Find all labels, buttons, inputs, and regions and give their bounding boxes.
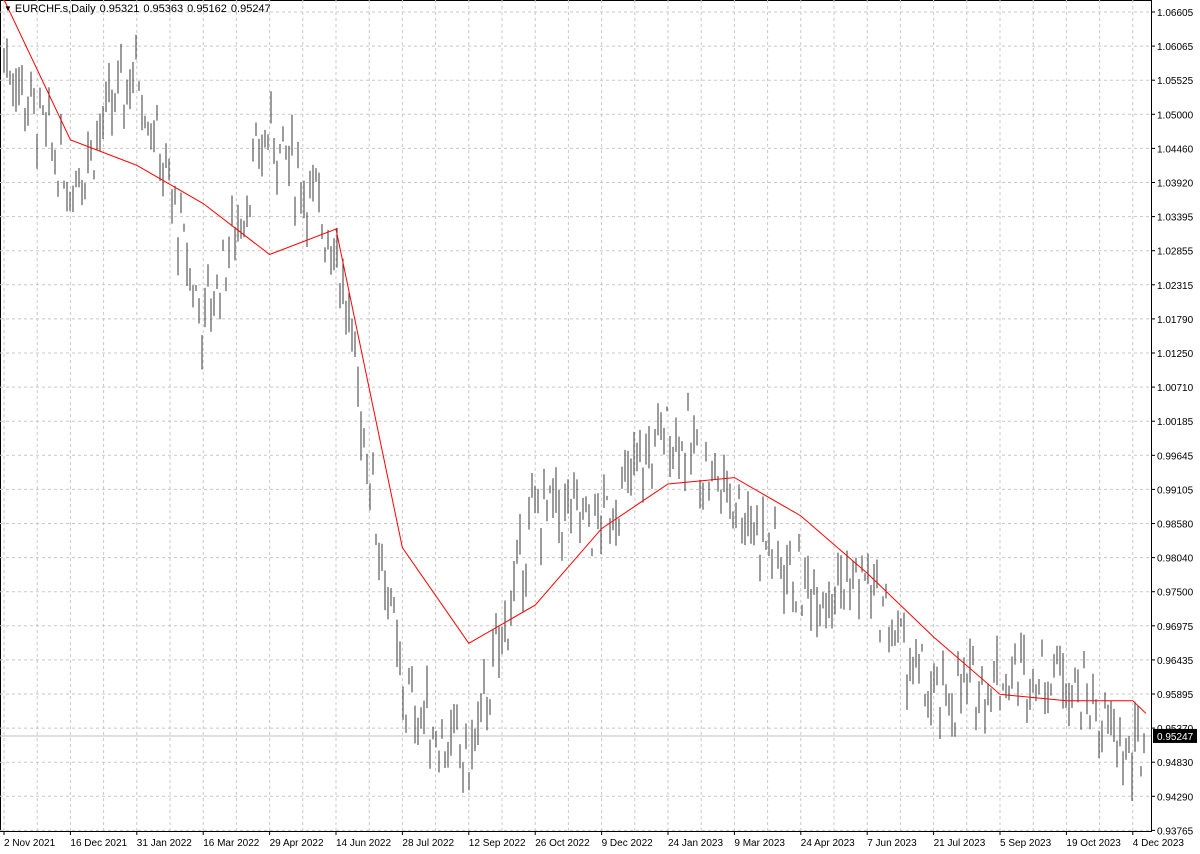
price-tick-label: 1.05525 — [1157, 76, 1194, 87]
price-tick-label: 1.05000 — [1157, 110, 1194, 121]
triangle-down-icon[interactable]: ▼ — [4, 4, 12, 13]
low-value: 0.95162 — [187, 3, 227, 15]
time-tick-label: 5 Sep 2023 — [1000, 838, 1052, 849]
price-tick-label: 0.95895 — [1157, 690, 1194, 701]
price-tick-label: 1.01250 — [1157, 349, 1194, 360]
price-tick-label: 0.96975 — [1157, 622, 1194, 633]
symbol-header[interactable]: ▼ EURCHF.s,Daily 0.95321 0.95363 0.95162 0.95… — [4, 3, 271, 15]
price-tick-label: 1.00185 — [1157, 417, 1194, 428]
price-tick-label: 0.94290 — [1157, 792, 1194, 803]
time-tick-label: 9 Mar 2023 — [734, 838, 785, 849]
time-tick-label: 21 Jul 2023 — [934, 838, 986, 849]
price-tick-label: 1.00710 — [1157, 383, 1194, 394]
time-tick-label: 2 Nov 2021 — [4, 838, 56, 849]
time-tick-label: 16 Mar 2022 — [203, 838, 260, 849]
time-tick-label: 29 Apr 2022 — [270, 838, 324, 849]
time-tick-label: 12 Sep 2022 — [469, 838, 526, 849]
price-tick-label: 0.98040 — [1157, 554, 1194, 565]
price-tick-label: 1.04460 — [1157, 144, 1194, 155]
close-value: 0.95247 — [230, 3, 271, 15]
price-tick-label: 0.97500 — [1157, 588, 1194, 599]
time-tick-label: 4 Dec 2023 — [1133, 838, 1185, 849]
price-tick-label: 1.02315 — [1157, 281, 1194, 292]
time-tick-label: 7 Jun 2023 — [867, 838, 917, 849]
price-axis: 1.06605 1.06065 1.05525 1.05000 1.04460 1.039… — [1151, 8, 1194, 837]
time-axis: 2 Nov 2021 16 Dec 2021 31 Jan 2022 16 Mar 2… — [3, 831, 1185, 849]
price-chart[interactable]: 1.06605 1.06065 1.05525 1.05000 1.04460 1.039… — [0, 0, 1200, 854]
open-value: 0.95321 — [99, 3, 140, 15]
high-value: 0.95363 — [143, 3, 184, 15]
time-tick-label: 9 Dec 2022 — [602, 838, 654, 849]
time-tick-label: 24 Jan 2023 — [668, 838, 723, 849]
price-tick-label: 1.01790 — [1157, 315, 1194, 326]
time-tick-label: 16 Dec 2021 — [70, 838, 127, 849]
time-tick-label: 28 Jul 2022 — [402, 838, 454, 849]
time-tick-label: 14 Jun 2022 — [336, 838, 391, 849]
symbol-name: EURCHF.s,Daily — [14, 3, 96, 15]
current-price-tag-label: 0.95247 — [1157, 732, 1194, 743]
price-tick-label: 0.94830 — [1157, 758, 1194, 769]
time-tick-label: 24 Apr 2023 — [801, 838, 855, 849]
price-tick-label: 0.99105 — [1157, 485, 1194, 496]
time-tick-label: 31 Jan 2022 — [137, 838, 192, 849]
current-price-tag: 0.95247 — [1153, 728, 1197, 743]
price-tick-label: 0.93765 — [1157, 826, 1194, 837]
price-tick-label: 1.03920 — [1157, 179, 1194, 190]
price-tick-label: 1.06605 — [1157, 8, 1194, 19]
time-tick-label: 19 Oct 2023 — [1066, 838, 1121, 849]
price-tick-label: 1.06065 — [1157, 42, 1194, 53]
price-tick-label: 1.03395 — [1157, 213, 1194, 224]
price-tick-label: 1.02855 — [1157, 247, 1194, 258]
time-tick-label: 26 Oct 2022 — [535, 838, 590, 849]
price-tick-label: 0.99645 — [1157, 451, 1194, 462]
price-tick-label: 0.98580 — [1157, 520, 1194, 531]
price-tick-label: 0.96435 — [1157, 656, 1194, 667]
